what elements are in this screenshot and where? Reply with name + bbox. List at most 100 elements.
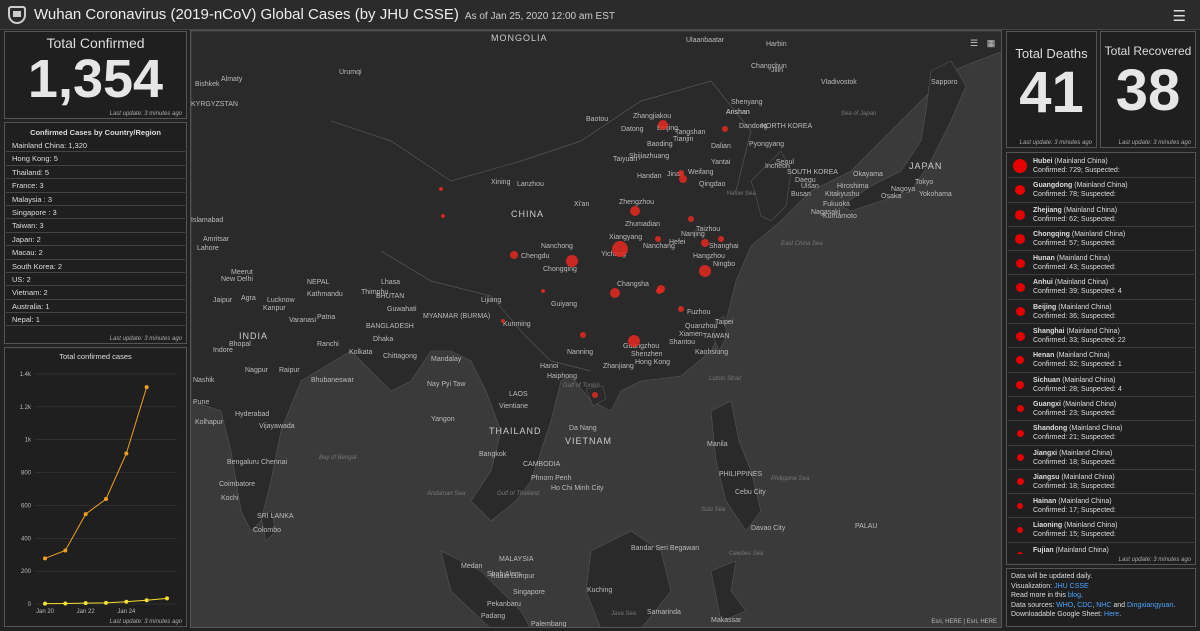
province-list-panel: Hubei (Mainland China) Confirmed: 729; Su… [1006,152,1196,565]
province-row[interactable]: Hunan (Mainland China) Confirmed: 43; Sus… [1008,251,1194,276]
case-marker[interactable] [510,251,518,259]
country-row[interactable]: Hong Kong: 5 [6,152,185,166]
province-row[interactable]: Chongqing (Mainland China) Confirmed: 57;… [1008,227,1194,252]
country-row[interactable]: South Korea: 2 [6,260,185,273]
total-recovered-value: 38 [1115,58,1181,123]
province-name: Jiangsu [1033,473,1060,481]
province-suffix: (Mainland China) [1062,400,1117,408]
country-row[interactable]: Australia: 1 [6,300,185,314]
province-counts: Confirmed: 39; Suspected: 4 [1033,288,1122,296]
case-marker[interactable] [656,288,662,294]
legend-list-icon[interactable]: ☰ [967,37,981,49]
case-marker[interactable] [439,187,443,191]
country-row[interactable]: US: 2 [6,273,185,287]
case-marker[interactable] [658,120,668,130]
province-row[interactable]: Hainan (Mainland China) Confirmed: 17; Su… [1008,494,1194,519]
case-dot-icon [1016,429,1024,437]
case-marker[interactable] [699,265,711,277]
country-row[interactable]: Mainland China: 1,320 [6,139,185,153]
info-line-5: Downloadable Google Sheet: Here. [1011,611,1122,618]
case-marker[interactable] [610,288,620,298]
case-marker[interactable] [592,392,598,398]
case-marker[interactable] [722,126,728,132]
country-row[interactable]: Nepal: 1 [6,313,185,327]
province-name: Henan [1033,352,1055,360]
case-marker[interactable] [441,214,445,218]
case-marker[interactable] [501,319,505,323]
case-marker[interactable] [630,206,640,216]
province-row[interactable]: Guangdong (Mainland China) Confirmed: 78;… [1008,178,1194,203]
province-row[interactable]: Zhejiang (Mainland China) Confirmed: 62; … [1008,203,1194,227]
confirmed-cases-chart: 0 200 400 600 800 1k 1.2k 1.4k Jan 20 Jan 22 Jan 2… [20,372,177,615]
province-row[interactable]: Shandong (Mainland China) Confirmed: 21; … [1008,421,1194,446]
province-row[interactable]: Anhui (Mainland China) Confirmed: 39; Sus… [1008,275,1194,300]
province-row[interactable]: Henan (Mainland China) Confirmed: 32; Sus… [1008,348,1194,373]
province-row[interactable]: Sichuan (Mainland China) Confirmed: 28; S… [1008,373,1194,397]
province-name: Sichuan [1033,376,1061,384]
google-sheet-link[interactable]: Here [1104,611,1119,618]
province-suffix: (Mainland China) [1059,449,1113,457]
province-row[interactable]: Jiangxi (Mainland China) Confirmed: 18; S… [1008,446,1194,470]
case-dot-icon [1015,233,1025,244]
case-marker[interactable] [688,216,694,222]
case-marker[interactable] [566,255,578,267]
total-deaths-value: 41 [1019,60,1084,125]
case-marker[interactable] [612,241,628,257]
case-dot-icon [1017,551,1023,554]
cdc-link[interactable]: CDC [1077,602,1092,609]
country-row[interactable]: Taiwan: 3 [6,219,185,233]
country-row[interactable]: Japan: 2 [6,233,185,247]
y-tick-label: 600 [21,503,32,509]
case-marker[interactable] [679,175,687,183]
basemap-gallery-icon[interactable]: ▦ [984,37,998,49]
blog-link[interactable]: blog [1068,592,1081,599]
case-marker[interactable] [655,236,661,242]
case-marker[interactable] [580,332,586,338]
province-row[interactable]: Beijing (Mainland China) Confirmed: 36; S… [1008,300,1194,325]
world-map[interactable]: MONGOLIA CHINA INDIA MYANMAR (BURMA) NEPAL BH… [190,30,1002,628]
case-marker[interactable] [718,236,724,242]
province-name: Chongqing [1033,230,1070,238]
country-row[interactable]: France: 3 [6,179,185,193]
province-row[interactable]: Fujian (Mainland China) [1008,543,1194,554]
dingxiangyuan-link[interactable]: Dingxiangyuan [1127,602,1173,609]
nhc-link[interactable]: NHC [1096,602,1111,609]
case-marker[interactable] [678,306,684,312]
info-line-2: Visualization: JHU CSSE [1011,582,1089,590]
province-suffix: (Mainland China) [1058,303,1112,311]
case-marker[interactable] [678,170,684,176]
case-marker[interactable] [541,289,545,293]
last-update: Last update: 3 minutes ago [109,619,182,625]
who-link[interactable]: WHO [1056,602,1073,609]
y-tick-label: 1.4k [20,372,32,378]
total-recovered-label: Total Recovered [1104,44,1192,58]
province-row[interactable]: Shanghai (Mainland China) Confirmed: 33; … [1008,324,1194,349]
chart-panel: Total confirmed cases 0 200 400 600 800 1k 1.2… [4,347,187,627]
case-dot-icon [1015,282,1025,292]
last-update: Last update: 3 minutes ago [1118,557,1191,563]
province-suffix: (Mainland China) [1061,473,1115,481]
province-list[interactable]: Hubei (Mainland China) Confirmed: 729; Su… [1008,154,1194,554]
x-tick-label: Jan 24 [117,609,136,615]
province-name: Fujian [1033,546,1054,554]
case-dot-icon [1017,527,1023,534]
province-row[interactable]: Liaoning (Mainland China) Confirmed: 15; … [1008,518,1194,543]
country-row[interactable]: Macau: 2 [6,246,185,260]
country-row[interactable]: Malaysia : 3 [6,193,185,206]
province-row[interactable]: Guangxi (Mainland China) Confirmed: 23; S… [1008,397,1194,422]
y-tick-label: 400 [21,536,32,542]
province-name: Jiangxi [1033,449,1058,457]
province-row[interactable]: Hubei (Mainland China) Confirmed: 729; Su… [1008,154,1194,179]
country-row[interactable]: Thailand: 5 [6,166,185,180]
case-marker[interactable] [628,335,640,347]
case-marker[interactable] [701,239,709,247]
country-row[interactable]: Vietnam: 2 [6,286,185,300]
hamburger-menu-icon[interactable]: ☰ [1173,7,1186,25]
country-list-title: Confirmed Cases by Country/Region [30,128,161,137]
country-row[interactable]: Singapore : 3 [6,206,185,220]
province-row[interactable]: Jiangsu (Mainland China) Confirmed: 18; S… [1008,470,1194,495]
province-suffix: (Mainland China) [1062,376,1116,384]
jhu-csse-link[interactable]: JHU CSSE [1054,583,1089,590]
data-point [104,497,108,502]
jhu-shield-logo [8,5,26,24]
